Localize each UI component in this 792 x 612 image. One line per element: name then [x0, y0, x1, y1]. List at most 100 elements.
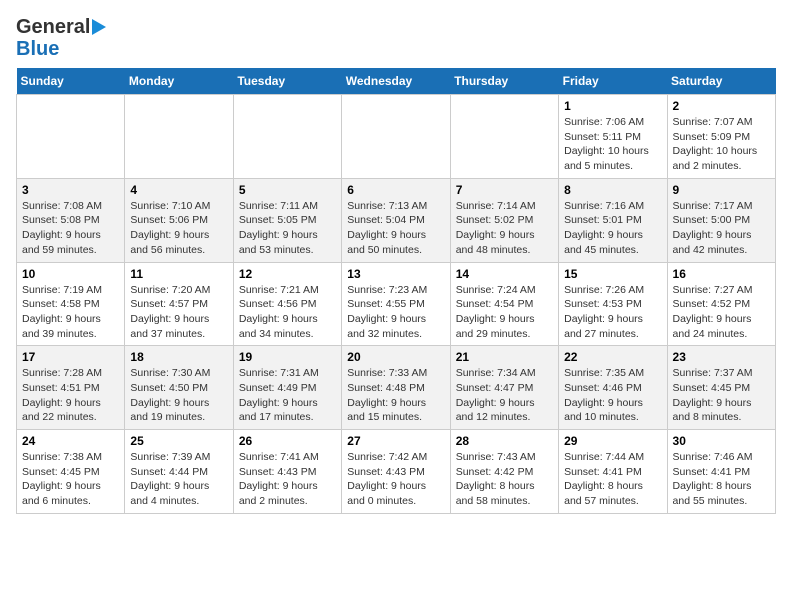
calendar-cell: 29 Sunrise: 7:44 AM Sunset: 4:41 PM Dayli…	[559, 430, 667, 514]
calendar-cell: 8Sunrise: 7:16 AM Sunset: 5:01 PM Daylig…	[559, 178, 667, 262]
day-number: 30	[673, 434, 770, 448]
weekday-header-tuesday: Tuesday	[233, 68, 341, 95]
calendar-cell	[125, 95, 233, 179]
calendar-cell: 18 Sunrise: 7:30 AM Sunset: 4:50 PM Dayli…	[125, 346, 233, 430]
day-info: Sunrise: 7:37 AM Sunset: 4:45 PM Dayligh…	[673, 366, 770, 425]
day-info: Sunrise: 7:35 AM Sunset: 4:46 PM Dayligh…	[564, 366, 661, 425]
day-number: 8	[564, 183, 661, 197]
weekday-header-row: SundayMondayTuesdayWednesdayThursdayFrid…	[17, 68, 776, 95]
day-info: Sunrise: 7:13 AM Sunset: 5:04 PM Dayligh…	[347, 199, 444, 258]
logo-blue: Blue	[16, 38, 59, 60]
day-number: 3	[22, 183, 119, 197]
logo: General Blue	[16, 16, 106, 60]
day-number: 17	[22, 350, 119, 364]
calendar-week-2: 3Sunrise: 7:08 AM Sunset: 5:08 PM Daylig…	[17, 178, 776, 262]
day-info: Sunrise: 7:17 AM Sunset: 5:00 PM Dayligh…	[673, 199, 770, 258]
day-number: 11	[130, 267, 227, 281]
day-number: 12	[239, 267, 336, 281]
day-number: 16	[673, 267, 770, 281]
calendar-cell: 20 Sunrise: 7:33 AM Sunset: 4:48 PM Dayli…	[342, 346, 450, 430]
day-number: 29	[564, 434, 661, 448]
day-info: Sunrise: 7:14 AM Sunset: 5:02 PM Dayligh…	[456, 199, 553, 258]
day-info: Sunrise: 7:39 AM Sunset: 4:44 PM Dayligh…	[130, 450, 227, 509]
day-number: 10	[22, 267, 119, 281]
day-info: Sunrise: 7:11 AM Sunset: 5:05 PM Dayligh…	[239, 199, 336, 258]
day-info: Sunrise: 7:26 AM Sunset: 4:53 PM Dayligh…	[564, 283, 661, 342]
day-info: Sunrise: 7:43 AM Sunset: 4:42 PM Dayligh…	[456, 450, 553, 509]
calendar-cell: 7 Sunrise: 7:14 AM Sunset: 5:02 PM Daylig…	[450, 178, 558, 262]
calendar-cell: 28 Sunrise: 7:43 AM Sunset: 4:42 PM Dayli…	[450, 430, 558, 514]
day-info: Sunrise: 7:46 AM Sunset: 4:41 PM Dayligh…	[673, 450, 770, 509]
day-number: 23	[673, 350, 770, 364]
calendar-week-3: 10 Sunrise: 7:19 AM Sunset: 4:58 PM Dayli…	[17, 262, 776, 346]
calendar-cell: 15 Sunrise: 7:26 AM Sunset: 4:53 PM Dayli…	[559, 262, 667, 346]
day-number: 5	[239, 183, 336, 197]
day-number: 19	[239, 350, 336, 364]
day-info: Sunrise: 7:19 AM Sunset: 4:58 PM Dayligh…	[22, 283, 119, 342]
calendar-cell: 30 Sunrise: 7:46 AM Sunset: 4:41 PM Dayli…	[667, 430, 775, 514]
weekday-header-sunday: Sunday	[17, 68, 125, 95]
calendar-cell	[233, 95, 341, 179]
day-number: 20	[347, 350, 444, 364]
day-number: 7	[456, 183, 553, 197]
day-info: Sunrise: 7:33 AM Sunset: 4:48 PM Dayligh…	[347, 366, 444, 425]
day-info: Sunrise: 7:34 AM Sunset: 4:47 PM Dayligh…	[456, 366, 553, 425]
calendar-cell: 11 Sunrise: 7:20 AM Sunset: 4:57 PM Dayli…	[125, 262, 233, 346]
day-number: 28	[456, 434, 553, 448]
day-number: 22	[564, 350, 661, 364]
calendar-cell: 17 Sunrise: 7:28 AM Sunset: 4:51 PM Dayli…	[17, 346, 125, 430]
calendar-cell	[342, 95, 450, 179]
day-info: Sunrise: 7:28 AM Sunset: 4:51 PM Dayligh…	[22, 366, 119, 425]
calendar-week-5: 24 Sunrise: 7:38 AM Sunset: 4:45 PM Dayli…	[17, 430, 776, 514]
weekday-header-thursday: Thursday	[450, 68, 558, 95]
day-info: Sunrise: 7:20 AM Sunset: 4:57 PM Dayligh…	[130, 283, 227, 342]
day-info: Sunrise: 7:38 AM Sunset: 4:45 PM Dayligh…	[22, 450, 119, 509]
calendar-cell: 21 Sunrise: 7:34 AM Sunset: 4:47 PM Dayli…	[450, 346, 558, 430]
day-number: 14	[456, 267, 553, 281]
day-number: 4	[130, 183, 227, 197]
calendar-cell: 6 Sunrise: 7:13 AM Sunset: 5:04 PM Daylig…	[342, 178, 450, 262]
day-number: 15	[564, 267, 661, 281]
calendar-cell: 26 Sunrise: 7:41 AM Sunset: 4:43 PM Dayli…	[233, 430, 341, 514]
calendar-week-4: 17 Sunrise: 7:28 AM Sunset: 4:51 PM Dayli…	[17, 346, 776, 430]
day-number: 1	[564, 99, 661, 113]
calendar-cell: 25Sunrise: 7:39 AM Sunset: 4:44 PM Dayli…	[125, 430, 233, 514]
day-number: 6	[347, 183, 444, 197]
day-number: 18	[130, 350, 227, 364]
calendar-cell	[450, 95, 558, 179]
day-info: Sunrise: 7:06 AM Sunset: 5:11 PM Dayligh…	[564, 115, 661, 174]
day-number: 27	[347, 434, 444, 448]
day-info: Sunrise: 7:30 AM Sunset: 4:50 PM Dayligh…	[130, 366, 227, 425]
calendar-cell: 19 Sunrise: 7:31 AM Sunset: 4:49 PM Dayli…	[233, 346, 341, 430]
calendar-cell: 1 Sunrise: 7:06 AM Sunset: 5:11 PM Daylig…	[559, 95, 667, 179]
calendar-cell	[17, 95, 125, 179]
day-info: Sunrise: 7:24 AM Sunset: 4:54 PM Dayligh…	[456, 283, 553, 342]
day-info: Sunrise: 7:41 AM Sunset: 4:43 PM Dayligh…	[239, 450, 336, 509]
calendar-cell: 24 Sunrise: 7:38 AM Sunset: 4:45 PM Dayli…	[17, 430, 125, 514]
day-number: 9	[673, 183, 770, 197]
calendar-cell: 14 Sunrise: 7:24 AM Sunset: 4:54 PM Dayli…	[450, 262, 558, 346]
weekday-header-friday: Friday	[559, 68, 667, 95]
day-info: Sunrise: 7:44 AM Sunset: 4:41 PM Dayligh…	[564, 450, 661, 509]
day-info: Sunrise: 7:27 AM Sunset: 4:52 PM Dayligh…	[673, 283, 770, 342]
calendar-cell: 27Sunrise: 7:42 AM Sunset: 4:43 PM Dayli…	[342, 430, 450, 514]
page-header: General Blue	[16, 16, 776, 60]
day-info: Sunrise: 7:21 AM Sunset: 4:56 PM Dayligh…	[239, 283, 336, 342]
day-info: Sunrise: 7:23 AM Sunset: 4:55 PM Dayligh…	[347, 283, 444, 342]
calendar-cell: 23 Sunrise: 7:37 AM Sunset: 4:45 PM Dayli…	[667, 346, 775, 430]
calendar-week-1: 1 Sunrise: 7:06 AM Sunset: 5:11 PM Daylig…	[17, 95, 776, 179]
day-number: 24	[22, 434, 119, 448]
day-number: 21	[456, 350, 553, 364]
day-info: Sunrise: 7:31 AM Sunset: 4:49 PM Dayligh…	[239, 366, 336, 425]
logo-arrow-icon	[92, 19, 106, 35]
calendar-table: SundayMondayTuesdayWednesdayThursdayFrid…	[16, 68, 776, 514]
calendar-cell: 22 Sunrise: 7:35 AM Sunset: 4:46 PM Dayli…	[559, 346, 667, 430]
calendar-cell: 4 Sunrise: 7:10 AM Sunset: 5:06 PM Daylig…	[125, 178, 233, 262]
weekday-header-saturday: Saturday	[667, 68, 775, 95]
day-info: Sunrise: 7:10 AM Sunset: 5:06 PM Dayligh…	[130, 199, 227, 258]
day-number: 26	[239, 434, 336, 448]
calendar-cell: 13 Sunrise: 7:23 AM Sunset: 4:55 PM Dayli…	[342, 262, 450, 346]
logo-text: General	[16, 16, 90, 38]
day-number: 13	[347, 267, 444, 281]
calendar-cell: 5 Sunrise: 7:11 AM Sunset: 5:05 PM Daylig…	[233, 178, 341, 262]
